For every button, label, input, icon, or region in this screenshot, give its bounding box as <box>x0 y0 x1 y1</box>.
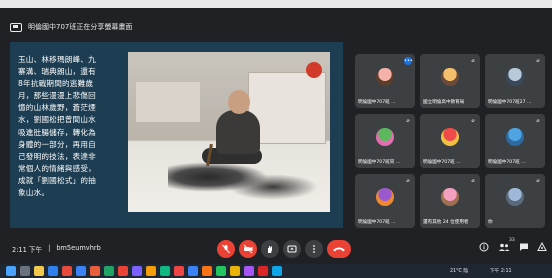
mic-muted-icon: ⌀ <box>536 58 540 64</box>
participant-name: 還有其他 24 位使用者 <box>423 220 469 225</box>
app-icon[interactable] <box>146 266 156 276</box>
presenting-banner: 明倫國中707班正在分享螢幕畫面 <box>10 16 345 38</box>
end-call-icon <box>333 247 345 252</box>
participant-count-badge: 33 <box>509 238 515 243</box>
app-icon[interactable] <box>202 266 212 276</box>
app-icon[interactable] <box>160 266 170 276</box>
current-time: 2:11 下午 <box>12 246 43 254</box>
mic-muted-icon: ⌀ <box>536 118 540 124</box>
folder-icon[interactable] <box>34 266 44 276</box>
more-options-button[interactable] <box>305 240 323 258</box>
top-strip <box>0 0 552 8</box>
app-icon[interactable] <box>258 266 268 276</box>
participant-tile[interactable]: ⌀ 明倫國中707班27 ... <box>485 54 545 108</box>
excel-icon[interactable] <box>104 266 114 276</box>
activities-icon <box>537 241 547 251</box>
speaking-icon: ••• <box>404 57 413 65</box>
participant-name: 明倫國中707班 ... <box>423 160 461 165</box>
app-icon[interactable] <box>174 266 184 276</box>
separator: | <box>48 244 51 252</box>
powerpoint-icon[interactable] <box>90 266 100 276</box>
participant-tile[interactable]: ••• 明倫國中707班 ... <box>355 54 415 108</box>
raise-hand-button[interactable] <box>261 240 279 258</box>
camera-off-button[interactable] <box>239 240 257 258</box>
avatar <box>506 188 524 206</box>
word-icon[interactable] <box>76 266 86 276</box>
meeting-details-button[interactable] <box>478 242 490 254</box>
present-button[interactable] <box>283 240 301 258</box>
control-bar: 2:11 下午 | bm5eumvhrb 33 <box>0 236 552 262</box>
activities-button[interactable] <box>536 241 548 254</box>
participant-tile[interactable]: ⌀ 你 <box>485 174 545 228</box>
avatar <box>441 188 459 206</box>
search-icon[interactable] <box>20 266 30 276</box>
slide-text: 玉山、林移瑪朗峰、九 寨溝、瑞典朗山，還有 8年抗戰期間的逃難歲 月，那些漫漫上… <box>18 55 96 198</box>
info-icon <box>479 242 489 252</box>
participant-name: 明倫國中707班同 ... <box>358 160 401 165</box>
mic-muted-icon: ⌀ <box>536 178 540 184</box>
mic-off-icon <box>222 244 230 254</box>
participant-name: 國立明倫高中教育局 <box>423 100 465 105</box>
participant-tile[interactable]: ⌀ 明倫國中707班 ... <box>355 174 415 228</box>
mic-muted-icon: ⌀ <box>471 58 475 64</box>
camera-off-icon <box>243 244 253 254</box>
participant-tile[interactable]: ⌀ 明倫國中707班 ... <box>420 114 480 168</box>
mic-muted-icon: ⌀ <box>471 118 475 124</box>
app-icon[interactable] <box>244 266 254 276</box>
slide-photo <box>128 52 330 212</box>
app-icon[interactable] <box>132 266 142 276</box>
mic-muted-icon: ⌀ <box>406 178 410 184</box>
mic-muted-icon: ⌀ <box>406 118 410 124</box>
participant-grid: ••• 明倫國中707班 ... ⌀ 國立明倫高中教育局 ⌀ 明倫國中707班27 ...… <box>355 54 545 230</box>
avatar <box>376 188 394 206</box>
avatar <box>506 128 524 146</box>
participant-name: 明倫國中707班 ... <box>358 220 396 225</box>
participant-tile[interactable]: ⌀ 國立明倫高中教育局 <box>420 54 480 108</box>
meeting-info: 2:11 下午 | bm5eumvhrb <box>12 244 101 254</box>
system-tray: 21°C 陰 下午 2:11 <box>450 267 512 274</box>
mic-muted-icon: ⌀ <box>471 178 475 184</box>
raise-hand-icon <box>268 246 272 253</box>
chat-button[interactable] <box>518 242 530 254</box>
shared-screen: 玉山、林移瑪朗峰、九 寨溝、瑞典朗山，還有 8年抗戰期間的逃難歲 月，那些漫漫上… <box>10 42 343 228</box>
app-icon[interactable] <box>230 266 240 276</box>
avatar <box>376 68 394 86</box>
start-icon[interactable] <box>6 266 16 276</box>
participant-name: 明倫國中707班 ... <box>488 160 526 165</box>
people-button[interactable] <box>498 242 510 254</box>
avatar <box>441 128 459 146</box>
participant-name: 明倫國中707班 ... <box>358 100 396 105</box>
app-icon[interactable] <box>272 266 282 276</box>
participant-name: 你 <box>488 220 493 225</box>
participant-tile[interactable]: ⌀ 還有其他 24 位使用者 <box>420 174 480 228</box>
participant-tile[interactable]: ⌀ 明倫國中707班 ... <box>485 114 545 168</box>
chat-icon <box>520 243 528 251</box>
os-taskbar: 21°C 陰 下午 2:11 <box>0 264 552 278</box>
tray-time: 下午 2:11 <box>489 269 512 274</box>
chrome-icon[interactable] <box>118 266 128 276</box>
present-screen-icon <box>287 245 297 253</box>
app-icon[interactable] <box>188 266 198 276</box>
present-screen-icon <box>10 22 22 32</box>
meeting-code: bm5eumvhrb <box>56 244 101 252</box>
app-icon[interactable] <box>216 266 226 276</box>
meet-window: 明倫國中707班正在分享螢幕畫面 玉山、林移瑪朗峰、九 寨溝、瑞典朗山，還有 8… <box>0 0 552 278</box>
more-vertical-icon <box>313 245 315 253</box>
avatar <box>376 128 394 146</box>
participant-name: 明倫國中707班27 ... <box>488 100 532 105</box>
presenter-label: 明倫國中707班正在分享螢幕畫面 <box>28 23 133 31</box>
avatar <box>506 68 524 86</box>
weather-text: 21°C 陰 <box>450 269 469 274</box>
app-icon[interactable] <box>62 266 72 276</box>
avatar <box>441 68 459 86</box>
mic-off-button[interactable] <box>217 240 235 258</box>
end-call-button[interactable] <box>327 240 351 258</box>
participant-tile[interactable]: ⌀ 明倫國中707班同 ... <box>355 114 415 168</box>
edge-icon[interactable] <box>48 266 58 276</box>
people-icon <box>498 243 510 251</box>
